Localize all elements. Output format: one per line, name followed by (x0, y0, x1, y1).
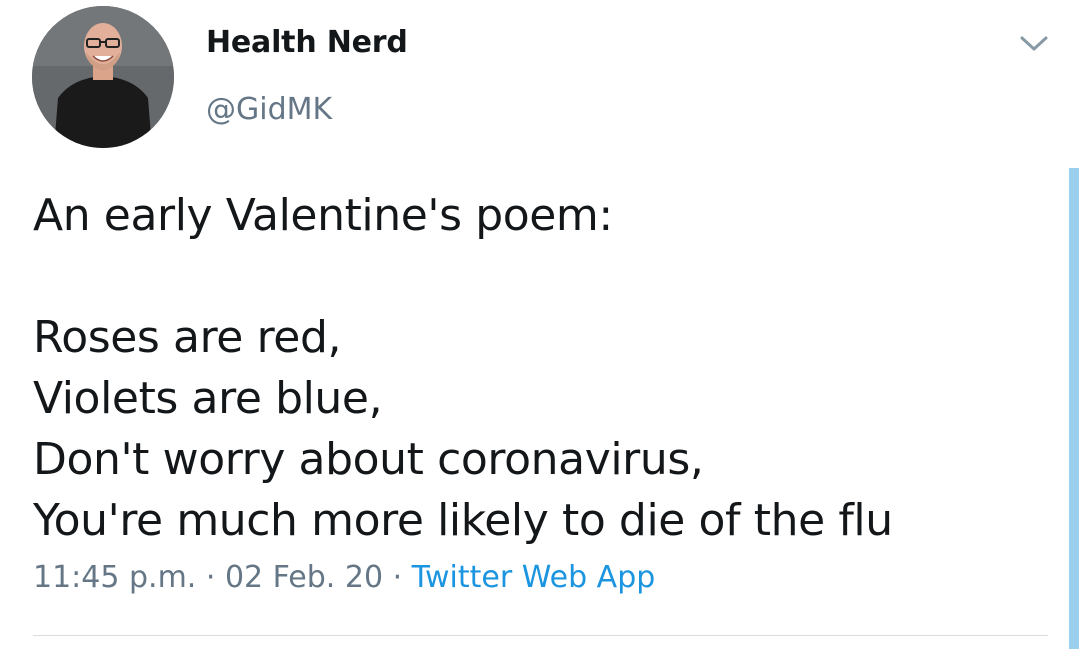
user-avatar-photo (32, 6, 174, 148)
avatar[interactable] (32, 6, 174, 148)
tweet-line: You're much more likely to die of the fl… (33, 495, 893, 546)
tweet-text: An early Valentine's poem: Roses are red… (33, 185, 1043, 551)
tweet-line: Don't worry about coronavirus, (33, 434, 704, 485)
tweet-line: Roses are red, (33, 312, 342, 363)
tweet-meta: 11:45 p.m. · 02 Feb. 20 · Twitter Web Ap… (33, 560, 655, 595)
meta-separator: · (196, 560, 225, 595)
meta-separator: · (383, 560, 412, 595)
tweet-date[interactable]: 02 Feb. 20 (225, 560, 383, 595)
user-handle[interactable]: @GidMK (206, 92, 332, 127)
tweet-time[interactable]: 11:45 p.m. (33, 560, 196, 595)
display-name[interactable]: Health Nerd (206, 25, 408, 60)
tweet-source-link[interactable]: Twitter Web App (412, 560, 656, 595)
tweet-line: Violets are blue, (33, 373, 383, 424)
divider (33, 635, 1048, 636)
scrollbar[interactable] (1069, 168, 1079, 649)
tweet-line: An early Valentine's poem: (33, 190, 613, 241)
chevron-down-icon[interactable] (1016, 30, 1052, 58)
